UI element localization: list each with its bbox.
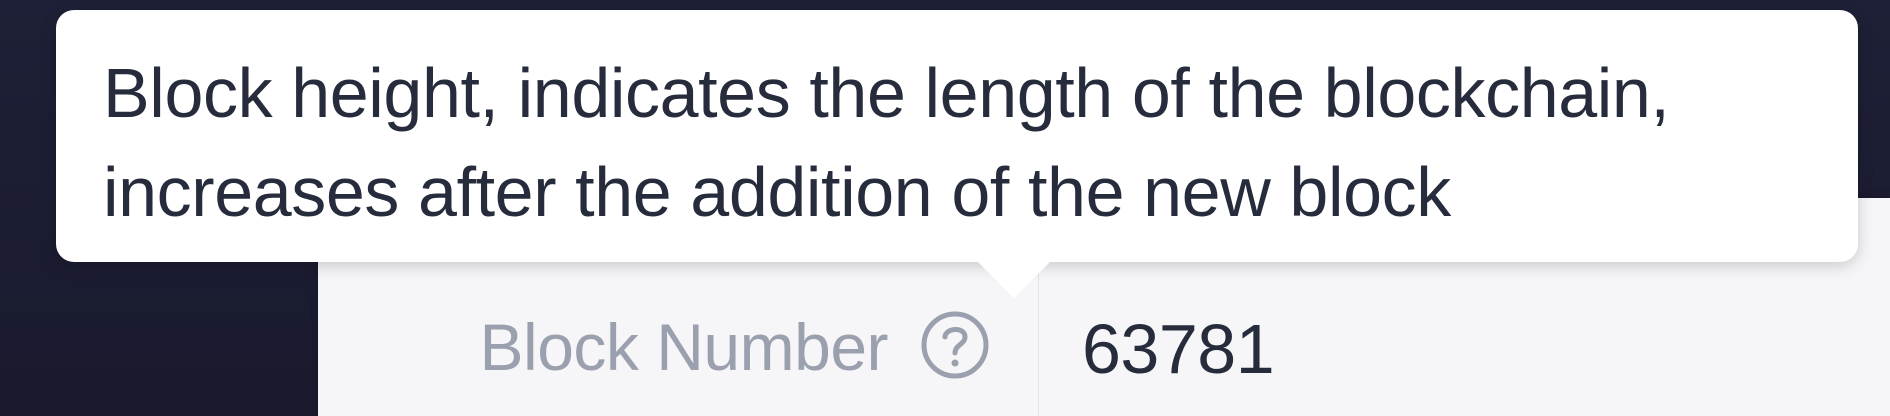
tooltip-text: Block height, indicates the length of th… xyxy=(103,54,1670,231)
help-tooltip: Block height, indicates the length of th… xyxy=(56,10,1858,298)
tooltip-arrow xyxy=(978,262,1050,298)
question-circle-icon[interactable] xyxy=(920,310,990,380)
block-number-value: 63781 xyxy=(1082,310,1275,388)
question-circle-icon-graphic xyxy=(921,311,989,379)
block-number-label: Block Number xyxy=(479,310,889,384)
